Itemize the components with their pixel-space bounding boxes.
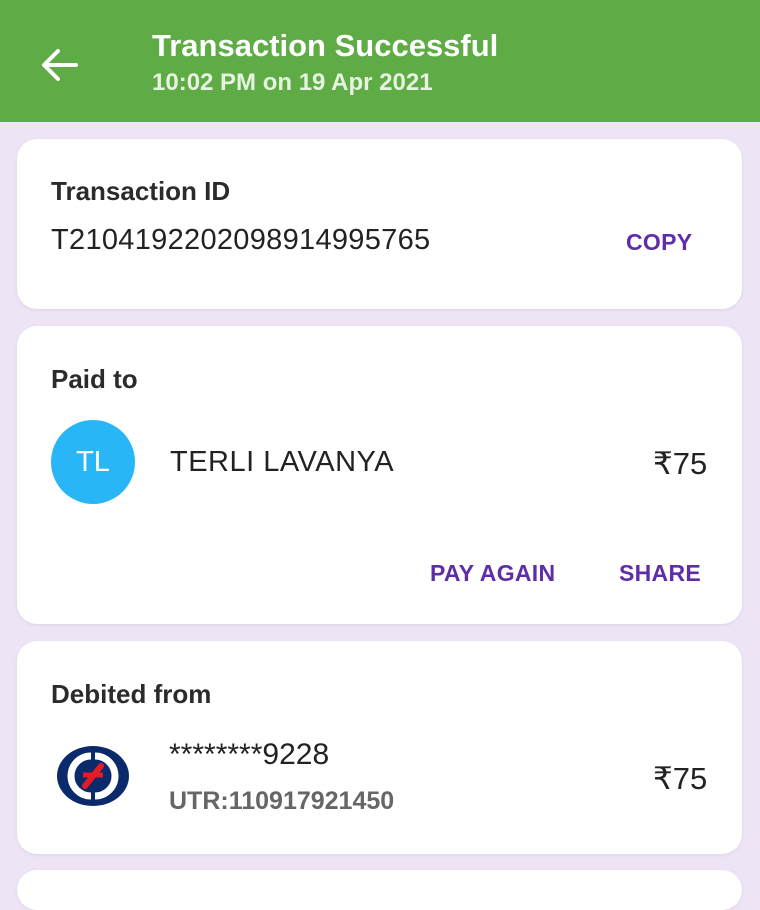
kotak-bank-logo-icon (57, 746, 129, 806)
back-button[interactable] (36, 42, 82, 88)
debited-from-card: Debited from ********9228 UTR:1109179214… (17, 641, 742, 854)
next-card-partial (17, 870, 742, 910)
share-button[interactable]: SHARE (619, 560, 701, 587)
paid-to-card: Paid to TL TERLI LAVANYA ₹75 PAY AGAIN S… (17, 326, 742, 624)
page-title: Transaction Successful (152, 28, 499, 63)
transaction-id-value: T2104192202098914995765 (51, 224, 431, 256)
payee-name: TERLI LAVANYA (170, 446, 395, 478)
utr-number: UTR:110917921450 (169, 787, 395, 815)
avatar: TL (51, 420, 135, 504)
paid-amount: ₹75 (653, 446, 708, 481)
copy-button[interactable]: COPY (626, 229, 692, 256)
arrow-left-icon (42, 49, 78, 81)
transaction-id-label: Transaction ID (51, 176, 231, 206)
transaction-id-card: Transaction ID T2104192202098914995765 C… (17, 139, 742, 309)
transaction-timestamp: 10:02 PM on 19 Apr 2021 (152, 69, 433, 96)
account-number: ********9228 (169, 738, 330, 771)
pay-again-button[interactable]: PAY AGAIN (430, 560, 555, 587)
paid-to-label: Paid to (51, 364, 138, 394)
debited-from-label: Debited from (51, 679, 212, 709)
app-header: Transaction Successful 10:02 PM on 19 Ap… (0, 0, 760, 122)
debited-amount: ₹75 (653, 761, 708, 796)
